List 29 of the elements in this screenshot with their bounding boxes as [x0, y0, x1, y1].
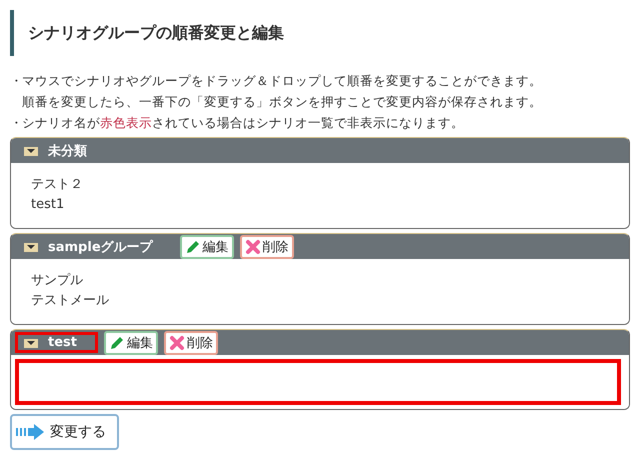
- folder-icon: [24, 146, 38, 156]
- delete-button[interactable]: 削除: [164, 330, 218, 354]
- group-panel[interactable]: test 編集 削除: [10, 329, 630, 410]
- folder-icon: [24, 338, 38, 348]
- delete-button[interactable]: 削除: [240, 234, 294, 258]
- bullet: ・: [10, 72, 22, 90]
- cross-icon: [168, 334, 185, 350]
- scenario-item[interactable]: テスト２: [31, 175, 609, 195]
- arrow-icon: [16, 424, 46, 440]
- note-text: 順番を変更したら、一番下の「変更する」ボタンを押すことで変更内容が保存されます。: [22, 93, 542, 111]
- edit-button[interactable]: 編集: [104, 330, 158, 354]
- pencil-icon: [108, 334, 125, 350]
- cross-icon: [244, 238, 261, 254]
- scenario-item[interactable]: テストメール: [31, 291, 609, 311]
- note-text: シナリオ名が赤色表示されている場合はシナリオ一覧で非表示になります。: [22, 114, 464, 132]
- group-name: sampleグループ: [48, 238, 153, 256]
- group-panel[interactable]: 未分類 テスト２ test1: [10, 137, 630, 229]
- scenario-item[interactable]: サンプル: [31, 271, 609, 291]
- edit-button[interactable]: 編集: [180, 234, 234, 258]
- submit-button[interactable]: 変更する: [10, 414, 119, 450]
- pencil-icon: [184, 238, 201, 254]
- group-name: 未分類: [48, 142, 87, 160]
- scenario-item[interactable]: test1: [31, 195, 609, 215]
- group-name: test: [48, 335, 77, 350]
- bullet: ・: [10, 114, 22, 132]
- group-panel[interactable]: sampleグループ 編集 削除 サンプル テストメール: [10, 233, 630, 325]
- note-text: マウスでシナリオやグループをドラッグ＆ドロップして順番を変更することができます。: [22, 72, 542, 90]
- folder-icon: [24, 242, 38, 252]
- page-title: シナリオグループの順番変更と編集: [10, 10, 630, 56]
